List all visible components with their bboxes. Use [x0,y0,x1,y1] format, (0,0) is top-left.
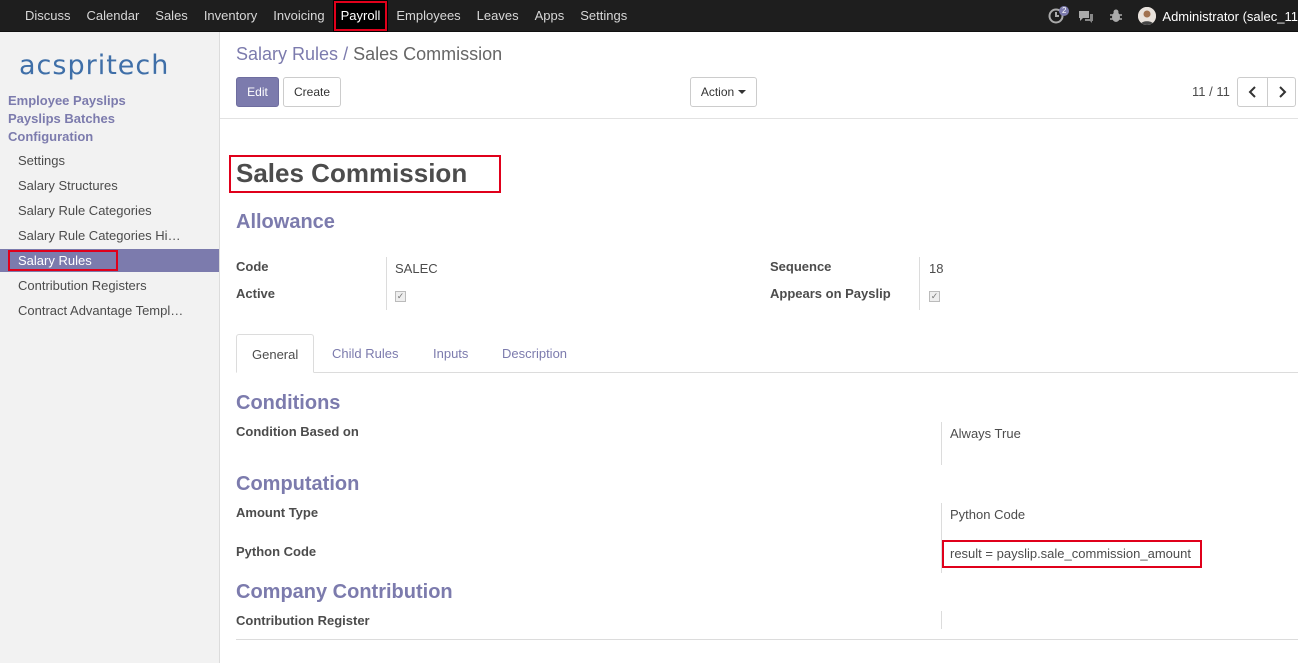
breadcrumb: Salary Rules / Sales Commission [236,44,502,65]
tab-child-rules[interactable]: Child Rules [332,334,398,373]
python-code-label: Python Code [236,544,317,559]
breadcrumb-salary-rules[interactable]: Salary Rules [236,44,338,64]
menu-configuration[interactable]: Configuration [8,129,93,144]
pager-previous-button[interactable] [1237,77,1268,107]
company-logo: acspritech [19,46,204,84]
svg-text:acspritech: acspritech [19,50,169,81]
user-name: Administrator (salec_11 [1162,8,1298,24]
menu-invoicing[interactable]: Invoicing [265,0,332,32]
sequence-label: Sequence [770,259,832,274]
pager-next-button[interactable] [1267,77,1296,107]
condition-based-on-label: Condition Based on [236,424,359,439]
field-divider [386,257,387,310]
amount-type-label: Amount Type [236,505,319,520]
sequence-value[interactable]: 18 [929,261,943,276]
tab-description[interactable]: Description [502,334,567,373]
action-label: Action [700,85,735,99]
sidebar-item-contribution-registers[interactable]: Contribution Registers [0,274,219,297]
top-navbar: Discuss Calendar Sales Inventory Invoici… [0,0,1298,32]
code-value[interactable]: SALEC [395,261,438,276]
menu-leaves[interactable]: Leaves [469,0,527,32]
sidebar-item-label: Salary Rules [8,250,118,271]
menu-payslips-batches[interactable]: Payslips Batches [8,111,115,126]
conditions-heading: Conditions [236,392,341,414]
menu-payroll[interactable]: Payroll [332,0,389,32]
caret-down-icon [738,90,747,94]
appears-on-payslip-checkbox[interactable]: ✓ [929,291,940,302]
sidebar-item-label: Salary Rule Categories [18,203,152,218]
tab-general[interactable]: General [236,334,315,373]
menu-employees[interactable]: Employees [388,0,468,32]
sidebar-item-label: Salary Structures [18,178,118,193]
action-dropdown[interactable]: Action [690,77,757,107]
menu-calendar[interactable]: Calendar [79,0,148,32]
sidebar-item-label: Contribution Registers [18,278,147,293]
sidebar-item-label: Settings [18,153,65,168]
breadcrumb-separator: / [343,44,349,64]
chat-icon[interactable] [1078,8,1094,24]
menu-sales[interactable]: Sales [147,0,196,32]
menu-settings[interactable]: Settings [572,0,635,32]
field-divider [941,422,942,465]
sidebar: acspritech Employee Payslips Payslips Ba… [0,32,220,663]
avatar [1138,7,1157,25]
amount-type-value[interactable]: Python Code [950,507,1025,522]
activity-icon[interactable]: 2 [1048,6,1070,24]
chevron-left-icon [1248,86,1256,98]
field-divider [941,611,942,629]
contribution-register-label: Contribution Register [236,613,370,628]
python-code-value[interactable]: result = payslip.sale_commission_amount [950,546,1191,561]
company-contribution-heading: Company Contribution [236,581,453,603]
sidebar-item-settings[interactable]: Settings [0,149,219,172]
field-divider [919,257,920,310]
debug-bug-icon[interactable] [1108,8,1124,24]
menu-inventory[interactable]: Inventory [196,0,265,32]
condition-based-on-value[interactable]: Always True [950,426,1021,441]
menu-employee-payslips[interactable]: Employee Payslips [8,93,126,108]
sidebar-item-label: Salary Rule Categories Hi… [18,228,181,243]
menu-discuss[interactable]: Discuss [17,0,79,32]
sidebar-item-salary-structures[interactable]: Salary Structures [0,174,219,197]
code-label: Code [236,259,269,274]
active-checkbox[interactable]: ✓ [395,291,406,302]
rule-category[interactable]: Allowance [236,211,335,234]
sidebar-item-contract-advantage-templates[interactable]: Contract Advantage Templ… [0,299,219,322]
tab-inputs[interactable]: Inputs [433,334,468,373]
edit-button[interactable]: Edit [236,77,279,107]
section-divider [236,639,1298,640]
breadcrumb-current: Sales Commission [353,44,503,64]
pager-value[interactable]: 11 / 11 [1192,84,1230,99]
active-label: Active [236,286,276,301]
chevron-right-icon [1278,86,1286,98]
app-menu: Discuss Calendar Sales Inventory Invoici… [17,0,635,32]
sidebar-item-salary-rules[interactable]: Salary Rules [0,249,219,272]
user-menu[interactable]: Administrator (salec_11 [1138,7,1298,25]
menu-apps[interactable]: Apps [527,0,573,32]
sidebar-item-salary-rule-categories-hierarchy[interactable]: Salary Rule Categories Hi… [0,224,219,247]
sidebar-item-salary-rule-categories[interactable]: Salary Rule Categories [0,199,219,222]
appears-on-payslip-label: Appears on Payslip [770,286,891,301]
rule-name[interactable]: Sales Commission [236,158,467,189]
sidebar-item-label: Contract Advantage Templ… [18,303,184,318]
notebook-tabs: General Child Rules Inputs Description [236,334,1298,373]
notification-badge: 2 [1058,6,1070,16]
systray: 2 Administrator (salec_11 [1048,0,1298,32]
computation-heading: Computation [236,473,360,495]
create-button[interactable]: Create [283,77,341,107]
